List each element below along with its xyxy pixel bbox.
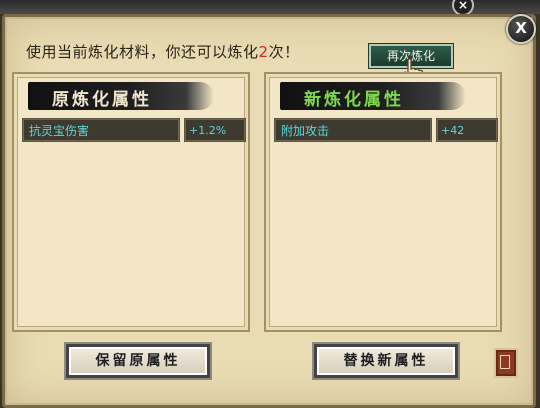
refine-info-text: 使用当前炼化材料，你还可以炼化2次！ [26, 41, 300, 62]
keep-original-button[interactable]: 保留原属性 [66, 344, 210, 378]
new-attribute-value: +42 [436, 118, 498, 142]
replace-new-button[interactable]: 替换新属性 [314, 344, 458, 378]
original-attribute-name: 抗灵宝伤害 [22, 118, 180, 142]
seal-icon[interactable] [494, 348, 518, 378]
new-attribute-name: 附加攻击 [274, 118, 432, 142]
replace-new-label: 替换新属性 [343, 353, 429, 369]
original-attributes-header: 原炼化属性 [28, 82, 214, 110]
info-suffix: 次！ [268, 43, 300, 61]
original-attributes-title: 原炼化属性 [52, 90, 152, 110]
original-attribute-value: +1.2% [184, 118, 246, 142]
keep-original-label: 保留原属性 [95, 353, 181, 369]
original-attributes-panel: 原炼化属性 抗灵宝伤害 +1.2% [12, 72, 250, 332]
info-prefix: 使用当前炼化材料，你还可以炼化 [26, 43, 259, 61]
background-window-strip: × [0, 0, 540, 16]
new-attributes-panel: 新炼化属性 附加攻击 +42 [264, 72, 502, 332]
remaining-count: 2 [258, 43, 269, 61]
new-attributes-header: 新炼化属性 [280, 82, 466, 110]
new-attributes-title: 新炼化属性 [304, 90, 404, 110]
close-button[interactable]: X [506, 14, 536, 44]
